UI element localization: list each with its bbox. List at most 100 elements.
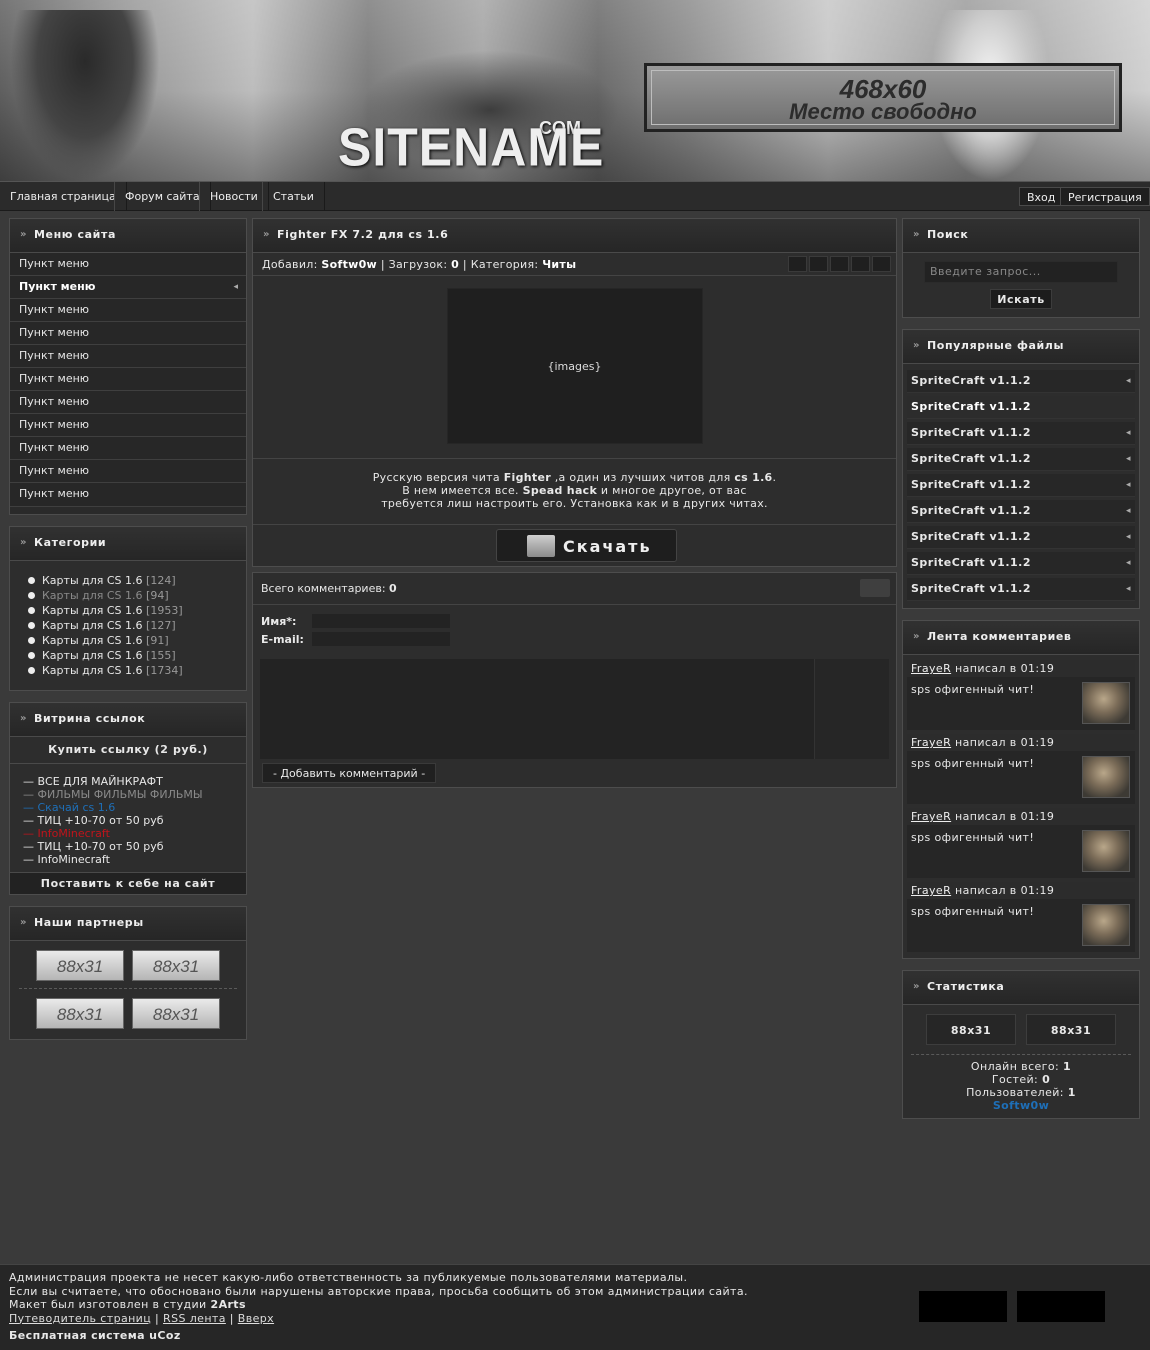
arrow-left-icon: ◂ xyxy=(1125,584,1131,594)
category-item[interactable]: Карты для CS 1.6 [1734] xyxy=(24,663,246,678)
online-user-link[interactable]: Softw0w xyxy=(903,1099,1139,1112)
category-item[interactable]: Карты для CS 1.6 [91] xyxy=(24,633,246,648)
banner-text: Место свободно xyxy=(789,99,977,124)
login-button[interactable]: Вход xyxy=(1019,187,1064,206)
avatar[interactable] xyxy=(1082,830,1130,872)
popular-file-item[interactable]: SpriteCraft v1.1.2 ◂ xyxy=(907,422,1135,445)
file-meta: Добавил: Softw0w | Загрузок: 0 | Категор… xyxy=(253,253,896,276)
nav-articles[interactable]: Статьи xyxy=(262,182,325,211)
menu-item[interactable]: Пункт меню xyxy=(10,414,246,437)
smiles-panel[interactable] xyxy=(814,659,889,759)
site-menu-list: Пункт меню Пункт меню ◂ Пункт меню Пункт … xyxy=(10,253,246,514)
popular-file-item[interactable]: SpriteCraft v1.1.2 ◂ xyxy=(907,578,1135,601)
download-button[interactable]: Скачать xyxy=(496,529,677,562)
feed-user-link[interactable]: FrayeR xyxy=(911,662,951,675)
file-title: Fighter FX 7.2 для cs 1.6 xyxy=(253,219,896,253)
menu-item[interactable]: Пункт меню xyxy=(10,345,246,368)
nav-news[interactable]: Новости xyxy=(199,182,269,211)
popular-file-item[interactable]: SpriteCraft v1.1.2 ◂ xyxy=(907,500,1135,523)
category-item[interactable]: Карты для CS 1.6 [1953] xyxy=(24,603,246,618)
star-icon[interactable] xyxy=(809,256,828,272)
counter-banner[interactable]: 88x31 xyxy=(1026,1014,1116,1045)
menu-item[interactable]: Пункт меню xyxy=(10,322,246,345)
star-icon[interactable] xyxy=(872,256,891,272)
search-button[interactable]: Искать xyxy=(990,289,1052,309)
menu-item[interactable]: Пункт меню xyxy=(10,299,246,322)
arrow-left-icon: ◂ xyxy=(1125,376,1131,386)
menu-item[interactable]: Пункт меню xyxy=(10,437,246,460)
menu-item[interactable]: Пункт меню xyxy=(10,253,246,276)
ucoz-link[interactable]: Бесплатная система uCoz xyxy=(9,1329,1141,1343)
popular-files-block: Популярные файлы SpriteCraft v1.1.2◂ Spr… xyxy=(902,329,1140,609)
feed-user-link[interactable]: FrayeR xyxy=(911,810,951,823)
sitemap-link[interactable]: Путеводитель страниц xyxy=(9,1312,151,1325)
ad-banner[interactable]: 468x60 Место свободно xyxy=(644,63,1122,132)
feed-item: FrayeR написал в 01:19 sps офигенный чит… xyxy=(907,734,1135,804)
showcase-link[interactable]: — ТИЦ +10-70 от 50 руб xyxy=(23,840,233,853)
menu-item[interactable]: Пункт меню xyxy=(10,391,246,414)
showcase-link[interactable]: — Скачай cs 1.6 xyxy=(23,801,233,814)
search-input[interactable]: Введите запрос... xyxy=(924,261,1118,283)
showcase-links: — ВСЕ ДЛЯ МАЙНКРАФТ — ФИЛЬМЫ ФИЛЬМЫ ФИЛЬ… xyxy=(10,764,246,872)
feed-user-link[interactable]: FrayeR xyxy=(911,884,951,897)
partner-banner[interactable]: 88x31 xyxy=(36,998,124,1029)
popular-file-item[interactable]: SpriteCraft v1.1.2 ◂ xyxy=(907,526,1135,549)
popular-file-item[interactable]: SpriteCraft v1.1.2 ◂ xyxy=(907,552,1135,575)
category-item[interactable]: Карты для CS 1.6 [124] xyxy=(24,573,246,588)
email-label: E-mail: xyxy=(261,633,304,646)
category-item[interactable]: Карты для CS 1.6 [94] xyxy=(24,588,246,603)
arrow-left-icon: ◂ xyxy=(1125,454,1131,464)
comment-textarea[interactable] xyxy=(260,659,889,759)
menu-item-label: Пункт меню xyxy=(19,280,96,293)
star-icon[interactable] xyxy=(851,256,870,272)
buy-link-button[interactable]: Купить ссылку (2 руб.) xyxy=(10,737,246,764)
category-item[interactable]: Карты для CS 1.6 [155] xyxy=(24,648,246,663)
footer-counter[interactable] xyxy=(919,1291,1007,1322)
add-comment-button[interactable]: - Добавить комментарий - xyxy=(262,763,437,783)
top-nav: Главная страница Форум сайта Новости Ста… xyxy=(0,181,1150,211)
avatar[interactable] xyxy=(1082,904,1130,946)
put-link-button[interactable]: Поставить к себе на сайт xyxy=(10,872,246,894)
file-description: Русскую версия чита Fighter ,а один из л… xyxy=(253,458,896,524)
comments-block: Всего комментариев: 0 Имя*: E-mail: - До… xyxy=(252,572,897,788)
nav-forum[interactable]: Форум сайта xyxy=(114,182,211,211)
partner-banner[interactable]: 88x31 xyxy=(132,950,220,981)
author-link[interactable]: Softw0w xyxy=(321,258,377,271)
feed-user-link[interactable]: FrayeR xyxy=(911,736,951,749)
top-link[interactable]: Вверх xyxy=(238,1312,274,1325)
showcase-link[interactable]: — InfoMinecraft xyxy=(23,853,233,866)
partner-banner[interactable]: 88x31 xyxy=(132,998,220,1029)
showcase-link[interactable]: — ВСЕ ДЛЯ МАЙНКРАФТ xyxy=(23,775,233,788)
footer: Администрация проекта не несет какую-либ… xyxy=(0,1264,1150,1350)
category-link[interactable]: Читы xyxy=(542,258,576,271)
rss-link[interactable]: RSS лента xyxy=(163,1312,226,1325)
showcase-link[interactable]: — ТИЦ +10-70 от 50 руб xyxy=(23,814,233,827)
popular-file-item[interactable]: SpriteCraft v1.1.2 ◂ xyxy=(907,474,1135,497)
menu-item[interactable]: Пункт меню xyxy=(10,483,246,506)
popular-file-item[interactable]: SpriteCraft v1.1.2 ◂ xyxy=(907,448,1135,471)
avatar[interactable] xyxy=(1082,756,1130,798)
showcase-link[interactable]: — ФИЛЬМЫ ФИЛЬМЫ ФИЛЬМЫ xyxy=(23,788,233,801)
email-input[interactable] xyxy=(311,631,451,647)
rating-stars[interactable] xyxy=(786,256,891,280)
counter-banner[interactable]: 88x31 xyxy=(926,1014,1016,1045)
partner-banner[interactable]: 88x31 xyxy=(36,950,124,981)
category-item[interactable]: Карты для CS 1.6 [127] xyxy=(24,618,246,633)
star-icon[interactable] xyxy=(788,256,807,272)
site-logo[interactable]: SITENAME xyxy=(338,116,604,179)
file-entry: Fighter FX 7.2 для cs 1.6 Добавил: Softw… xyxy=(252,218,897,567)
popular-file-item[interactable]: SpriteCraft v1.1.2 xyxy=(907,396,1135,419)
popular-file-item[interactable]: SpriteCraft v1.1.2 ◂ xyxy=(907,370,1135,393)
link-showcase-title: Витрина ссылок xyxy=(10,703,246,737)
menu-item-active[interactable]: Пункт меню ◂ xyxy=(10,276,246,299)
menu-item[interactable]: Пункт меню xyxy=(10,368,246,391)
register-button[interactable]: Регистрация xyxy=(1060,187,1150,206)
footer-counter[interactable] xyxy=(1017,1291,1105,1322)
avatar[interactable] xyxy=(1082,682,1130,724)
star-icon[interactable] xyxy=(830,256,849,272)
nav-home[interactable]: Главная страница xyxy=(0,182,127,211)
showcase-link[interactable]: — InfoMinecraft xyxy=(23,827,233,840)
menu-item[interactable]: Пункт меню xyxy=(10,460,246,483)
name-input[interactable] xyxy=(311,613,451,629)
feed-item: FrayeR написал в 01:19 sps офигенный чит… xyxy=(907,808,1135,878)
